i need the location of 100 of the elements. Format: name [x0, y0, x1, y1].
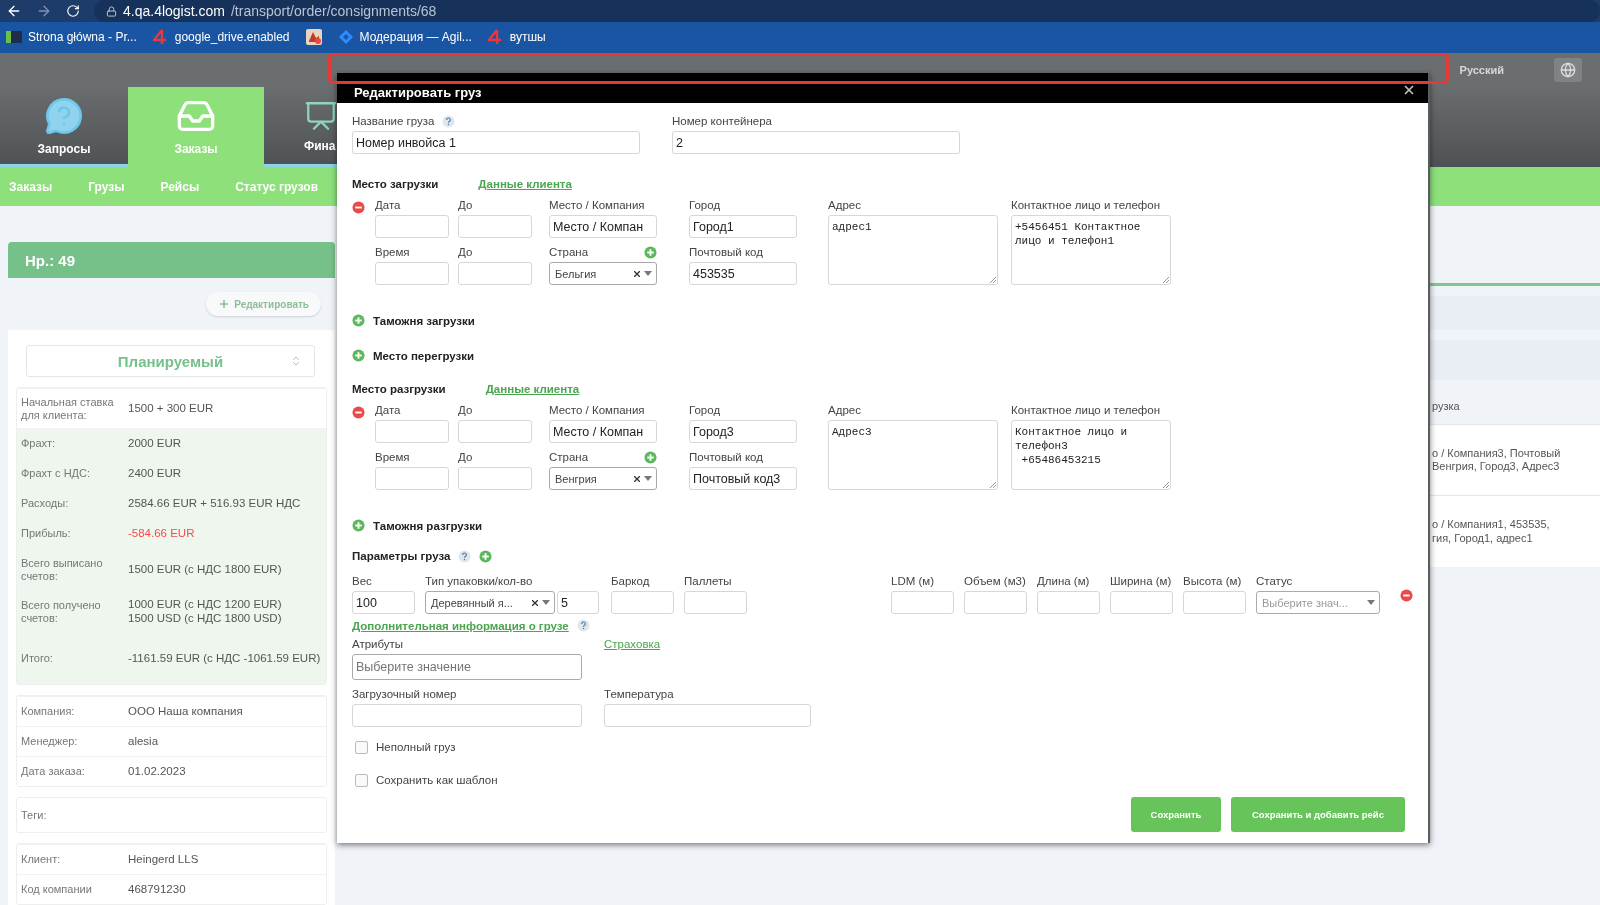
address-field[interactable]: Адрес3: [828, 420, 998, 490]
param-field[interactable]: [611, 591, 674, 614]
caret-icon: [644, 476, 652, 481]
four-logo-icon: [487, 29, 504, 46]
bookmark[interactable]: Модерация — Agil...: [337, 29, 472, 46]
resize-grip-icon[interactable]: [989, 276, 996, 283]
address-bar[interactable]: 4.qa.4logist.com /transport/order/consignments/68: [94, 0, 1600, 22]
help-icon[interactable]: [442, 115, 456, 128]
field-label: Температура: [604, 688, 675, 701]
temperature-field[interactable]: [604, 704, 811, 727]
globe-button[interactable]: [1554, 57, 1582, 82]
param-field[interactable]: [1183, 591, 1246, 614]
param-field[interactable]: [1110, 591, 1173, 614]
contact-field[interactable]: Контактное лицо и телефон3 +65486453215: [1011, 420, 1171, 490]
diamond-icon: [337, 29, 354, 46]
field-label: Почтовый код: [689, 246, 764, 259]
section-toggle[interactable]: Таможня разгрузки: [373, 519, 483, 532]
param-field[interactable]: [964, 591, 1027, 614]
bookmark[interactable]: Strona główna - Pr...: [6, 30, 137, 45]
cargo-name-field[interactable]: Номер инвойса 1: [352, 131, 640, 154]
field-label: Ширина (м): [1110, 575, 1173, 588]
add-icon[interactable]: [352, 314, 365, 327]
country-select[interactable]: Бельгия: [549, 262, 657, 285]
row-value: -584.66 EUR: [128, 526, 196, 541]
field-label: Город: [689, 199, 722, 212]
language-label[interactable]: Русский: [1459, 63, 1504, 76]
place-field[interactable]: Место / Компан: [549, 215, 657, 238]
param-field[interactable]: [684, 591, 747, 614]
back-icon[interactable]: [6, 3, 22, 19]
clear-icon[interactable]: [532, 599, 538, 606]
caret-icon: [542, 600, 550, 605]
address-field[interactable]: адрес1: [828, 215, 998, 285]
clear-icon[interactable]: [634, 475, 640, 482]
row-label: Фрахт:: [21, 437, 57, 450]
row-label: Дата заказа:: [21, 765, 86, 778]
param-field[interactable]: [1037, 591, 1100, 614]
resize-grip-icon[interactable]: [1162, 481, 1169, 488]
city-field[interactable]: Город3: [689, 420, 797, 443]
add-icon[interactable]: [644, 246, 657, 259]
section-heading: Параметры груза: [352, 550, 451, 562]
row-label: Итого:: [21, 652, 54, 665]
bookmark[interactable]: google_drive.enabled: [152, 29, 290, 46]
field-label: До: [458, 404, 474, 417]
add-icon[interactable]: [479, 549, 493, 563]
add-icon[interactable]: [644, 451, 657, 464]
quantity-field[interactable]: 5: [557, 591, 599, 614]
section-toggle[interactable]: Место перегрузки: [373, 349, 475, 362]
add-icon[interactable]: [352, 519, 365, 532]
loading-number-field[interactable]: [352, 704, 582, 727]
dialog-title: Редактировать груз: [354, 86, 482, 100]
date-field[interactable]: [458, 420, 532, 443]
reload-icon[interactable]: [66, 4, 80, 18]
time-field[interactable]: [458, 262, 532, 285]
param-field[interactable]: 100: [352, 591, 415, 614]
field-label: Место / Компания: [549, 199, 646, 212]
field-label: Тип упаковки/кол-во: [425, 575, 534, 588]
package-select[interactable]: Деревянный я...: [425, 591, 555, 614]
row-value: 2584.66 EUR + 516.93 EUR НДС: [128, 496, 302, 511]
checkbox[interactable]: [355, 741, 368, 754]
time-field[interactable]: [375, 262, 449, 285]
country-select[interactable]: Венгрия: [549, 467, 657, 490]
field-label: Адрес: [828, 404, 862, 417]
forward-icon[interactable]: [36, 3, 52, 19]
checkbox[interactable]: [355, 774, 368, 787]
date-field[interactable]: [458, 215, 532, 238]
app-icon[interactable]: [305, 29, 322, 46]
postcode-field[interactable]: 453535: [689, 262, 797, 285]
row-label: Клиент:: [21, 853, 62, 866]
add-icon[interactable]: [352, 349, 365, 362]
row-label: Прибыль:: [21, 527, 72, 540]
date-field[interactable]: [375, 215, 449, 238]
close-button[interactable]: [1402, 83, 1416, 97]
container-number-field[interactable]: 2: [672, 131, 960, 154]
param-field[interactable]: [891, 591, 954, 614]
clear-icon[interactable]: [634, 270, 640, 277]
place-field[interactable]: Место / Компан: [549, 420, 657, 443]
city-field[interactable]: Город1: [689, 215, 797, 238]
row-value: 1500 + 300 EUR: [128, 401, 215, 416]
remove-icon[interactable]: [1400, 589, 1413, 602]
time-field[interactable]: [375, 467, 449, 490]
section-toggle[interactable]: Таможня загрузки: [373, 314, 475, 327]
remove-icon[interactable]: [352, 406, 365, 419]
resize-grip-icon[interactable]: [1162, 276, 1169, 283]
resize-grip-icon[interactable]: [989, 481, 996, 488]
remove-icon[interactable]: [352, 201, 365, 214]
attributes-field[interactable]: Выберите значение: [352, 654, 582, 680]
postcode-field[interactable]: Почтовый код3: [689, 467, 797, 490]
help-icon[interactable]: [458, 549, 472, 563]
date-field[interactable]: [375, 420, 449, 443]
field-label: Вес: [352, 575, 373, 588]
row-label: Фрахт с НДС:: [21, 467, 92, 480]
contact-field[interactable]: +5456451 Контактное лицо и телефон1: [1011, 215, 1171, 285]
help-icon[interactable]: [576, 619, 590, 632]
section-heading: Место разгрузки: [352, 382, 446, 395]
bookmark[interactable]: вутшы: [487, 29, 546, 46]
chat-help-icon: [44, 95, 84, 136]
plus-icon: [218, 298, 231, 310]
caret-icon: [644, 271, 652, 276]
row-label: Компания:: [21, 705, 76, 718]
time-field[interactable]: [458, 467, 532, 490]
